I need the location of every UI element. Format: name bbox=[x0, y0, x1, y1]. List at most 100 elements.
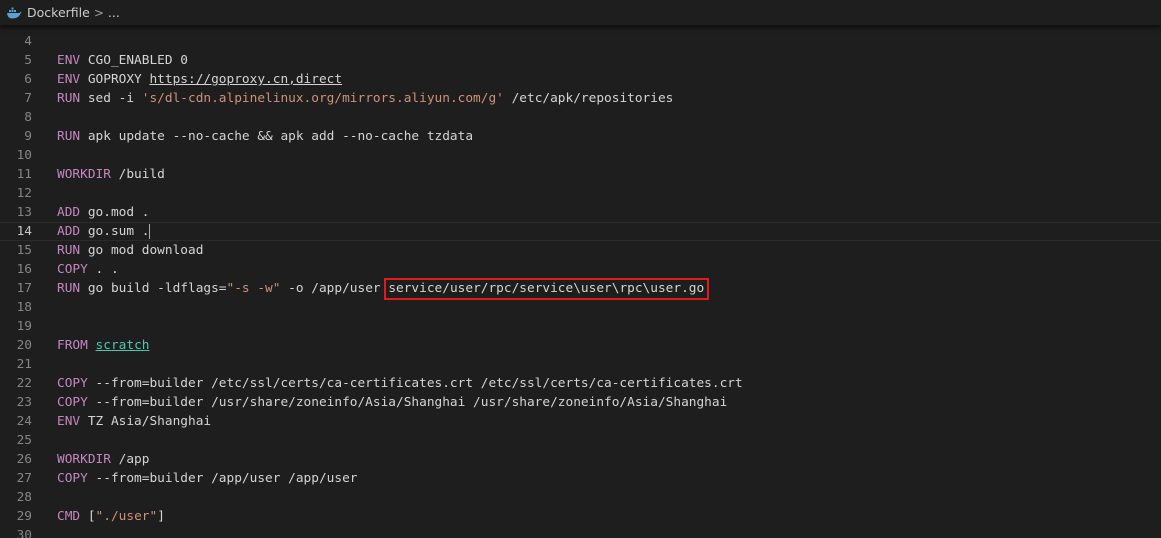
code-text[interactable]: ADD go.sum . bbox=[57, 223, 151, 240]
code-text[interactable]: COPY --from=builder /app/user /app/user bbox=[57, 469, 357, 488]
line-number: 30 bbox=[16, 528, 32, 538]
code-text[interactable]: CMD ["./user"] bbox=[57, 507, 165, 526]
instruction-keyword: COPY bbox=[57, 471, 88, 486]
instruction-keyword: WORKDIR bbox=[57, 452, 111, 467]
line-number: 11 bbox=[16, 167, 32, 182]
code-line[interactable]: 23 COPY --from=builder /usr/share/zoneinf… bbox=[0, 393, 1161, 412]
code-token: /build bbox=[110, 167, 165, 182]
code-token: go mod download bbox=[80, 243, 204, 258]
url-link[interactable]: https://goproxy.cn,direct bbox=[149, 72, 342, 87]
code-token: go.mod . bbox=[80, 205, 150, 220]
line-number: 28 bbox=[16, 490, 32, 505]
string-literal: "./user" bbox=[95, 509, 158, 524]
line-number: 7 bbox=[24, 91, 32, 106]
code-text[interactable]: RUN go mod download bbox=[57, 241, 203, 260]
line-number: 20 bbox=[16, 338, 32, 353]
line-number: 13 bbox=[16, 205, 32, 220]
code-line[interactable]: 15 RUN go mod download bbox=[0, 241, 1161, 260]
code-line[interactable]: 16 COPY . . bbox=[0, 260, 1161, 279]
text-cursor bbox=[149, 224, 151, 239]
line-number: 24 bbox=[16, 414, 32, 429]
code-line[interactable]: 24 ENV TZ Asia/Shanghai bbox=[0, 412, 1161, 431]
code-line[interactable]: 27 COPY --from=builder /app/user /app/use… bbox=[0, 469, 1161, 488]
line-number: 14 bbox=[16, 224, 32, 239]
instruction-keyword: FROM bbox=[57, 338, 88, 353]
code-token: [ bbox=[80, 509, 96, 524]
code-text[interactable]: ENV GOPROXY https://goproxy.cn,direct bbox=[57, 70, 342, 89]
instruction-keyword: RUN bbox=[57, 129, 81, 144]
line-number: 4 bbox=[24, 34, 32, 49]
code-text[interactable]: RUN apk update --no-cache && apk add --n… bbox=[57, 127, 473, 146]
instruction-keyword: ADD bbox=[57, 205, 81, 220]
code-line[interactable]: 12 bbox=[0, 184, 1161, 203]
code-line[interactable]: 14 ADD go.sum . bbox=[0, 222, 1161, 241]
code-text[interactable]: WORKDIR /build bbox=[57, 165, 165, 184]
code-text[interactable]: COPY --from=builder /usr/share/zoneinfo/… bbox=[57, 393, 727, 412]
code-token: -o /app/user service/user/rpc/service\us… bbox=[280, 281, 705, 296]
string-literal: "-s -w" bbox=[226, 281, 281, 296]
breadcrumb-symbol-trail[interactable]: ... bbox=[108, 5, 120, 20]
code-line[interactable]: 25 bbox=[0, 431, 1161, 450]
code-line[interactable]: 13 ADD go.mod . bbox=[0, 203, 1161, 222]
code-token: /app bbox=[110, 452, 150, 467]
instruction-keyword: COPY bbox=[57, 376, 88, 391]
code-text[interactable]: ADD go.mod . bbox=[57, 203, 149, 222]
instruction-keyword: ENV bbox=[57, 414, 81, 429]
line-number: 26 bbox=[16, 452, 32, 467]
code-text[interactable]: FROM scratch bbox=[57, 336, 149, 355]
code-line[interactable]: 22 COPY --from=builder /etc/ssl/certs/ca-… bbox=[0, 374, 1161, 393]
instruction-keyword: ENV bbox=[57, 53, 81, 68]
code-text[interactable]: WORKDIR /app bbox=[57, 450, 149, 469]
code-line[interactable]: 28 bbox=[0, 488, 1161, 507]
code-token: --from=builder /etc/ssl/certs/ca-certifi… bbox=[87, 376, 743, 391]
breadcrumb[interactable]: Dockerfile > ... bbox=[0, 0, 120, 25]
breadcrumb-file-name[interactable]: Dockerfile bbox=[27, 5, 90, 20]
line-number: 8 bbox=[24, 110, 32, 125]
code-token: sed -i bbox=[80, 91, 142, 106]
code-text[interactable]: RUN go build -ldflags="-s -w" -o /app/us… bbox=[57, 279, 704, 298]
line-number: 25 bbox=[16, 433, 32, 448]
code-token: . . bbox=[87, 262, 119, 277]
code-text[interactable]: RUN sed -i 's/dl-cdn.alpinelinux.org/mir… bbox=[57, 89, 673, 108]
code-line[interactable]: 5 ENV CGO_ENABLED 0 bbox=[0, 51, 1161, 70]
code-line[interactable]: 20 FROM scratch bbox=[0, 336, 1161, 355]
code-token: --from=builder /usr/share/zoneinfo/Asia/… bbox=[87, 395, 728, 410]
code-line[interactable]: 26 WORKDIR /app bbox=[0, 450, 1161, 469]
instruction-keyword: ADD bbox=[57, 224, 81, 239]
instruction-keyword: COPY bbox=[57, 395, 88, 410]
line-number: 16 bbox=[16, 262, 32, 277]
code-line[interactable]: 6 ENV GOPROXY https://goproxy.cn,direct bbox=[0, 70, 1161, 89]
line-number: 12 bbox=[16, 186, 32, 201]
code-line[interactable]: 4 bbox=[0, 32, 1161, 51]
code-token: ] bbox=[157, 509, 165, 524]
code-editor[interactable]: 4 5 ENV CGO_ENABLED 0 6 ENV GOPROXY https://… bbox=[0, 0, 1161, 538]
line-number: 22 bbox=[16, 376, 32, 391]
breadcrumb-bar: Dockerfile > ... bbox=[0, 0, 1161, 25]
code-token: go.sum . bbox=[80, 224, 150, 239]
code-text[interactable]: COPY --from=builder /etc/ssl/certs/ca-ce… bbox=[57, 374, 743, 393]
code-line[interactable]: 11 WORKDIR /build bbox=[0, 165, 1161, 184]
code-line[interactable]: 7 RUN sed -i 's/dl-cdn.alpinelinux.org/mi… bbox=[0, 89, 1161, 108]
line-number: 19 bbox=[16, 319, 32, 334]
line-number: 9 bbox=[24, 129, 32, 144]
line-number: 23 bbox=[16, 395, 32, 410]
instruction-keyword: COPY bbox=[57, 262, 88, 277]
instruction-keyword: RUN bbox=[57, 281, 81, 296]
docker-file-icon bbox=[6, 7, 22, 19]
code-token: --from=builder /app/user /app/user bbox=[87, 471, 358, 486]
code-line[interactable]: 21 bbox=[0, 355, 1161, 374]
code-text[interactable]: COPY . . bbox=[57, 260, 119, 279]
code-text[interactable]: ENV TZ Asia/Shanghai bbox=[57, 412, 211, 431]
code-text[interactable]: ENV CGO_ENABLED 0 bbox=[57, 51, 188, 70]
code-line[interactable]: 8 bbox=[0, 108, 1161, 127]
code-line[interactable]: 29 CMD ["./user"] bbox=[0, 507, 1161, 526]
code-line[interactable]: 17 RUN go build -ldflags="-s -w" -o /app/… bbox=[0, 279, 1161, 298]
line-number: 15 bbox=[16, 243, 32, 258]
code-line[interactable]: 19 bbox=[0, 317, 1161, 336]
code-token: go build -ldflags= bbox=[80, 281, 227, 296]
code-line[interactable]: 30 bbox=[0, 526, 1161, 538]
code-line[interactable]: 18 bbox=[0, 298, 1161, 317]
code-line[interactable]: 10 bbox=[0, 146, 1161, 165]
code-line[interactable]: 9 RUN apk update --no-cache && apk add --… bbox=[0, 127, 1161, 146]
chevron-right-icon: > bbox=[93, 5, 104, 20]
